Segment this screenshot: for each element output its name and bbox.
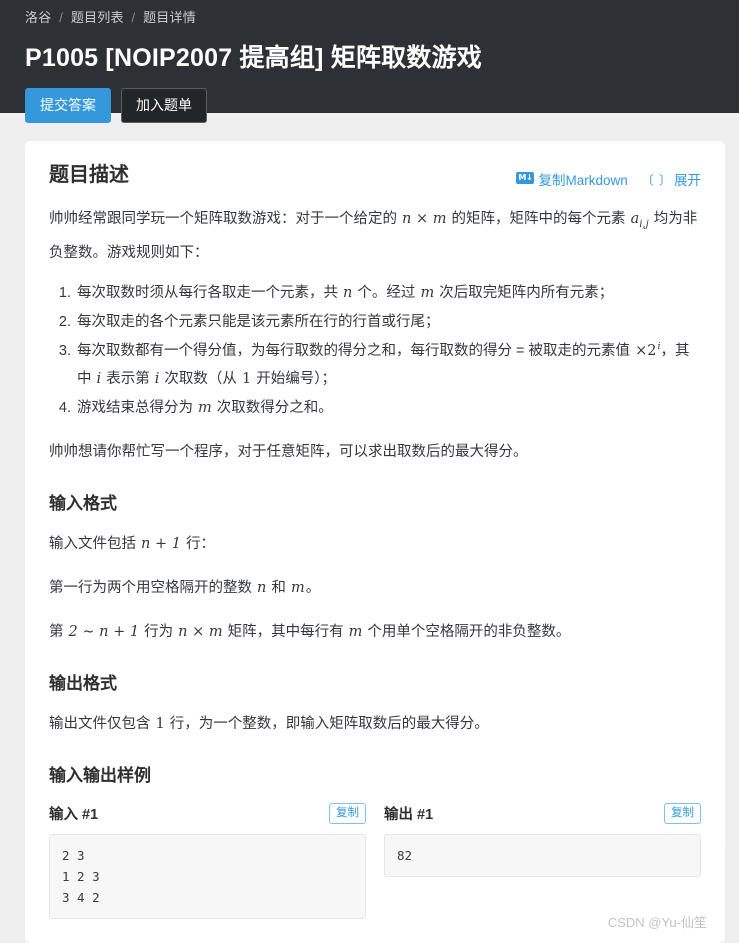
page-header: 洛谷 / 题目列表 / 题目详情 P1005 [NOIP2007 提高组] 矩阵… <box>0 0 739 123</box>
input-line3-middle-1: 行为 <box>140 623 178 640</box>
rule-text: 每次取走的各个元素只能是该元素所在行的行首或行尾； <box>77 313 440 330</box>
input-line3-math-range: 2 ∼ n + 1 <box>68 623 140 640</box>
copy-markdown-button[interactable]: M↓ 复制Markdown <box>516 169 628 189</box>
rule-item: 每次取数都有一个得分值，为每行取数的得分之和，每行取数的得分 = 被取走的元素值… <box>75 337 701 393</box>
intro-prefix: 帅帅经常跟同学玩一个矩阵取数游戏：对于一个给定的 <box>49 211 402 227</box>
input-line2-prefix: 第一行为两个用空格隔开的整数 <box>49 579 257 596</box>
inline-math: m <box>198 399 212 416</box>
copy-sample-input-button[interactable]: 复制 <box>329 803 366 825</box>
section-title-output-format: 输出格式 <box>49 673 117 693</box>
rule-text: 表示第 <box>102 370 154 387</box>
inline-math: m <box>420 284 435 301</box>
breadcrumb: 洛谷 / 题目列表 / 题目详情 <box>25 8 714 28</box>
input-line2-math-n: n <box>257 579 267 596</box>
input-line3-prefix: 第 <box>49 623 68 640</box>
breadcrumb-item-problem-detail[interactable]: 题目详情 <box>143 10 196 25</box>
input-line3-math-nm: n × m <box>178 623 223 640</box>
sample-output-code: 82 <box>384 833 701 877</box>
rule-text: 次取数得分之和。 <box>212 399 333 416</box>
breadcrumb-separator: / <box>59 10 64 25</box>
rules-list: 每次取数时须从每行各取走一个元素，共 n 个。经过 m 次后取完矩阵内所有元素；… <box>49 279 701 422</box>
description-header: 题目描述 M↓ 复制Markdown 〔 〕 展开 <box>49 161 701 189</box>
input-line2-middle: 和 <box>267 579 290 596</box>
rule-item: 游戏结束总得分为 m 次取数得分之和。 <box>75 394 701 422</box>
sample-output-header: 输出 #1 复制 <box>384 802 701 826</box>
input-line1-suffix: 行： <box>181 535 215 552</box>
copy-sample-output-button[interactable]: 复制 <box>664 803 701 825</box>
input-line3-suffix: 个用单个空格隔开的非负整数。 <box>363 623 571 640</box>
input-line1-prefix: 输入文件包括 <box>49 535 141 552</box>
add-to-list-button[interactable]: 加入题单 <box>121 88 207 123</box>
input-format-line-1: 输入文件包括 n + 1 行： <box>49 530 701 558</box>
inline-math: 1 <box>241 370 252 387</box>
rule-text: 每次取数都有一个得分值，为每行取数的得分之和，每行取数的得分 = 被取走的元素值 <box>77 342 635 359</box>
rule-text: 每次取数时须从每行各取走一个元素，共 <box>77 284 343 301</box>
section-title-input-format: 输入格式 <box>49 493 117 513</box>
input-format-line-3: 第 2 ∼ n + 1 行为 n × m 矩阵，其中每行有 m 个用单个空格隔开… <box>49 618 701 646</box>
markdown-icon: M↓ <box>516 172 535 184</box>
input-line3-math-m: m <box>348 623 363 640</box>
intro-math-nm: n × m <box>402 211 447 227</box>
page-title: P1005 [NOIP2007 提高组] 矩阵取数游戏 <box>25 44 482 72</box>
description-intro: 帅帅经常跟同学玩一个矩阵取数游戏：对于一个给定的 n × m 的矩阵，矩阵中的每… <box>49 205 701 267</box>
section-title-description: 题目描述 <box>49 164 129 186</box>
output-line-suffix: 行，为一个整数，即输入矩阵取数后的最大得分。 <box>165 715 489 732</box>
section-title-samples: 输入输出样例 <box>49 765 151 785</box>
page-body: 题目描述 M↓ 复制Markdown 〔 〕 展开 帅帅经常跟同学玩一个矩阵取数… <box>0 113 739 943</box>
input-line1-math: n + 1 <box>141 535 181 552</box>
sample-output-block: 输出 #1 复制 82 <box>384 802 701 919</box>
intro-middle: 的矩阵，矩阵中的每个元素 <box>447 211 630 227</box>
rule-text: 次后取完矩阵内所有元素； <box>435 284 614 301</box>
output-format-line: 输出文件仅包含 1 行，为一个整数，即输入矩阵取数后的最大得分。 <box>49 710 701 738</box>
sample-container: 输入 #1 复制 2 3 1 2 3 3 4 2 输出 #1 复制 82 <box>49 802 701 919</box>
problem-card: 题目描述 M↓ 复制Markdown 〔 〕 展开 帅帅经常跟同学玩一个矩阵取数… <box>25 141 725 943</box>
input-line3-middle-2: 矩阵，其中每行有 <box>223 623 348 640</box>
expand-button[interactable]: 〔 〕 展开 <box>642 169 701 189</box>
expand-icon: 〔 〕 <box>641 172 671 187</box>
rule-item: 每次取走的各个元素只能是该元素所在行的行首或行尾； <box>75 308 701 336</box>
input-format-line-2: 第一行为两个用空格隔开的整数 n 和 m。 <box>49 574 701 602</box>
expand-label: 展开 <box>674 173 701 188</box>
rule-text: 次取数（从 <box>160 370 241 387</box>
rule-item: 每次取数时须从每行各取走一个元素，共 n 个。经过 m 次后取完矩阵内所有元素； <box>75 279 701 307</box>
output-line-prefix: 输出文件仅包含 <box>49 715 155 732</box>
sample-input-header: 输入 #1 复制 <box>49 802 366 826</box>
rule-text: 游戏结束总得分为 <box>77 399 198 416</box>
card-header-actions: M↓ 复制Markdown 〔 〕 展开 <box>516 169 701 189</box>
right-gutter <box>725 135 739 842</box>
output-line-math: 1 <box>155 715 165 732</box>
rule-text: 个。经过 <box>353 284 420 301</box>
breadcrumb-item-home[interactable]: 洛谷 <box>25 10 51 25</box>
inline-math: n <box>343 284 353 301</box>
sample-output-label: 输出 #1 <box>384 807 434 824</box>
input-line2-math-m: m <box>290 579 305 596</box>
description-closing: 帅帅想请你帮忙写一个程序，对于任意矩阵，可以求出取数后的最大得分。 <box>49 443 528 460</box>
input-line2-suffix: 。 <box>305 579 321 596</box>
sample-input-block: 输入 #1 复制 2 3 1 2 3 3 4 2 <box>49 802 366 919</box>
submit-answer-button[interactable]: 提交答案 <box>25 88 111 123</box>
rule-text: 开始编号）； <box>252 370 336 387</box>
copy-markdown-label: 复制Markdown <box>538 173 628 188</box>
sample-input-code: 2 3 1 2 3 3 4 2 <box>49 833 366 919</box>
inline-math: ×2 <box>635 342 657 359</box>
intro-math-aij: ai,j <box>630 211 649 230</box>
breadcrumb-separator: / <box>131 10 136 25</box>
sample-input-label: 输入 #1 <box>49 807 99 824</box>
breadcrumb-item-problem-list[interactable]: 题目列表 <box>71 10 124 25</box>
